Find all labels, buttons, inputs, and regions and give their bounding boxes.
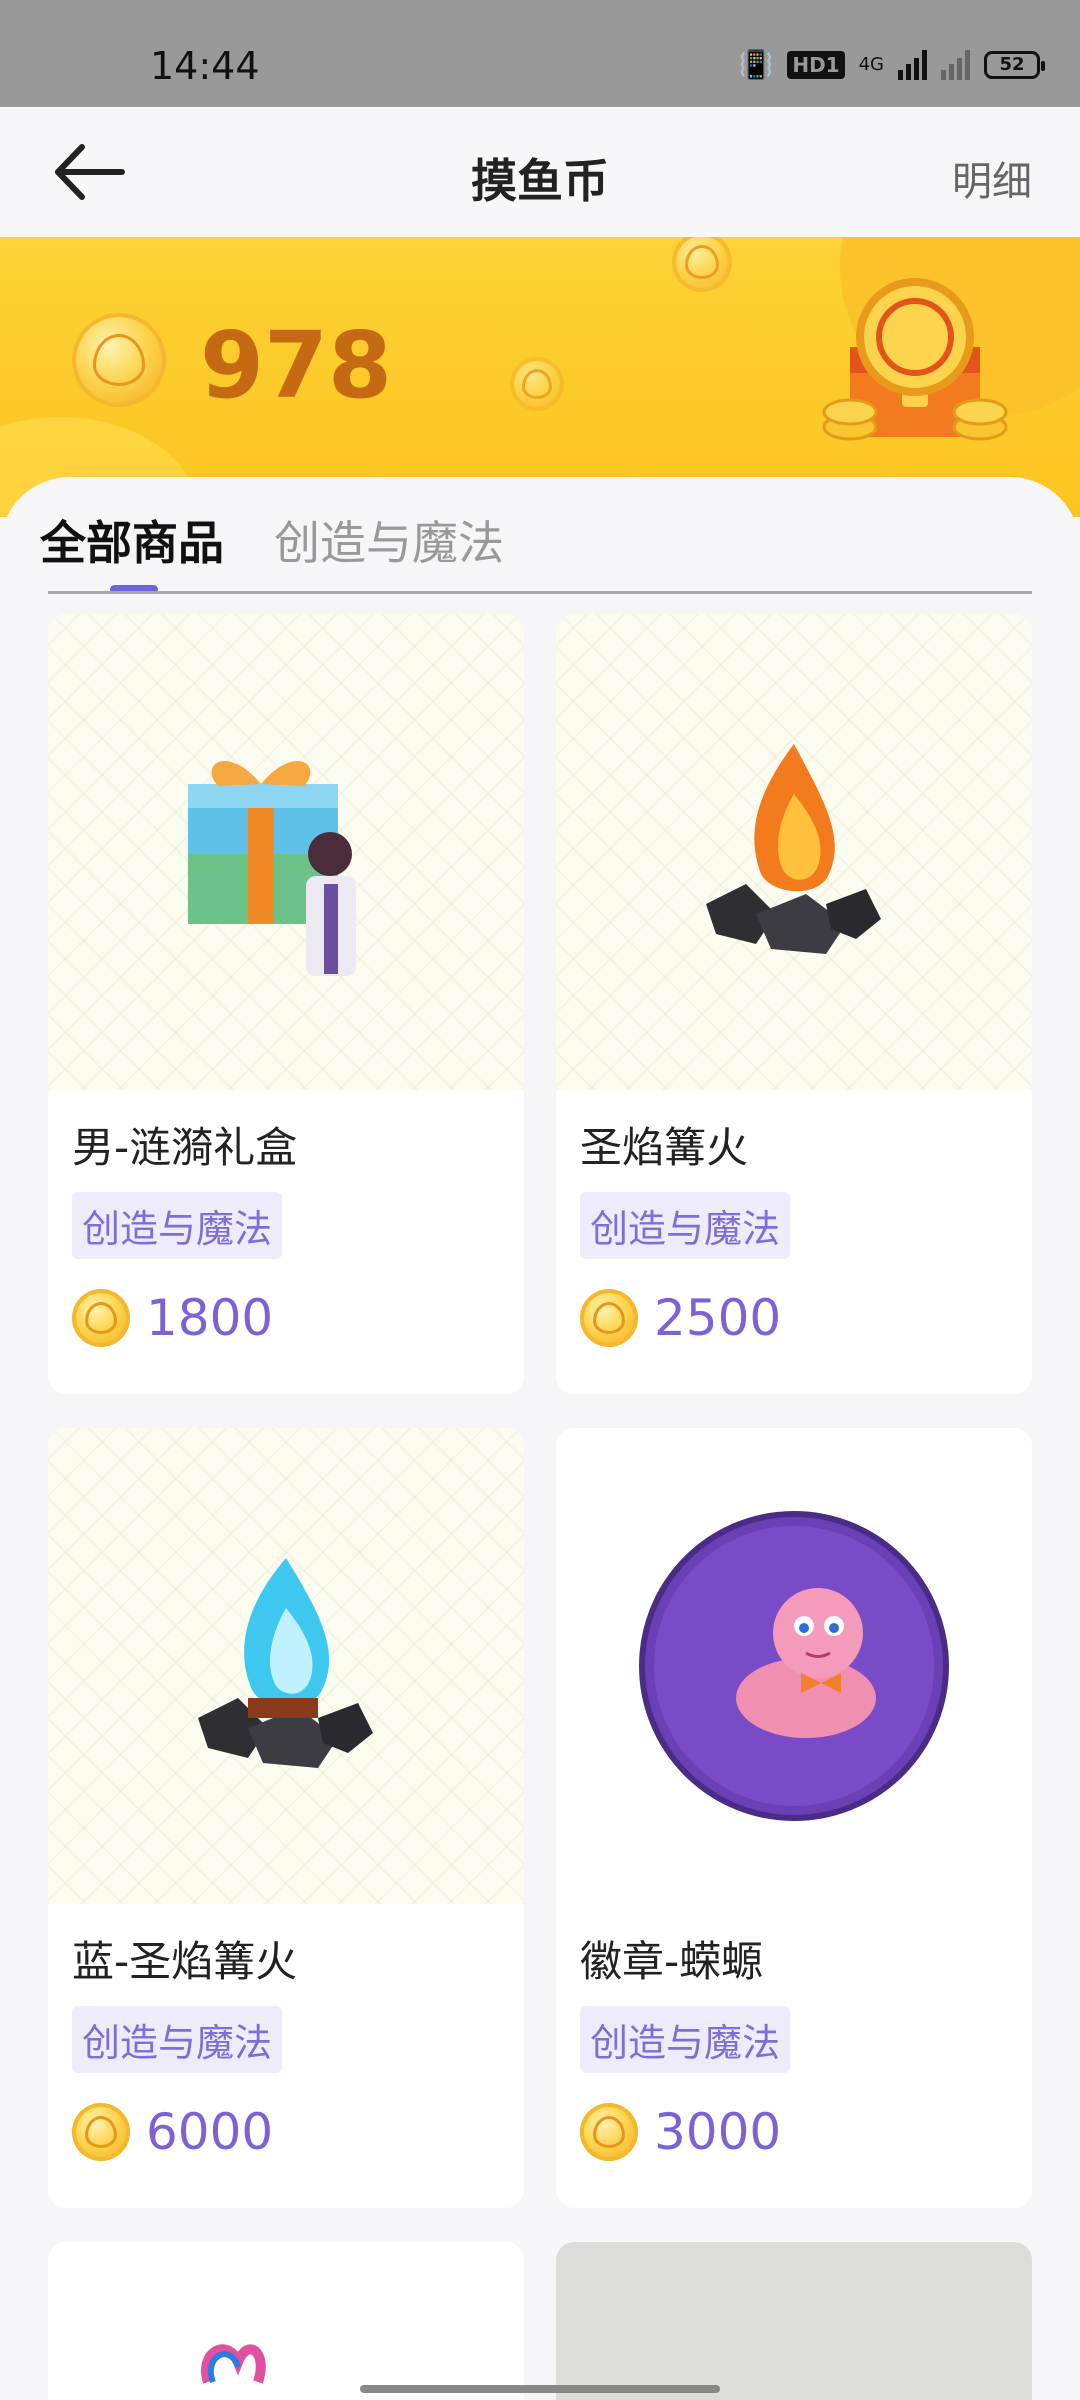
home-indicator[interactable] [360, 2385, 720, 2393]
axolotl-badge-icon [639, 1511, 949, 1821]
floating-coin-icon [510, 357, 564, 411]
product-price: 2500 [580, 1289, 781, 1347]
signal-secondary-icon [941, 49, 970, 80]
product-price: 1800 [72, 1289, 273, 1347]
product-card[interactable]: 蓝-圣焰篝火 创造与魔法 6000 [48, 1428, 524, 2208]
status-time: 14:44 [150, 44, 260, 88]
product-price: 3000 [580, 2103, 781, 2161]
product-image [556, 1428, 1032, 1904]
price-value: 1800 [146, 1289, 274, 1347]
status-icons: 📳 HD1 4G 52 [738, 48, 1045, 81]
blue-campfire-icon [198, 1558, 373, 1768]
product-name: 徽章-蝾螈 [580, 1937, 764, 1986]
price-value: 3000 [654, 2103, 782, 2161]
coin-balance: 978 [200, 312, 393, 419]
price-value: 6000 [146, 2103, 274, 2161]
product-image [48, 1428, 524, 1904]
fish-coin-icon [72, 1289, 130, 1347]
tab-divider [48, 591, 1032, 594]
price-value: 2500 [654, 1289, 782, 1347]
network-type-label: 4G [858, 54, 884, 75]
fish-coin-icon [72, 313, 166, 407]
floating-coin-icon [672, 237, 732, 292]
product-card[interactable] [48, 2242, 524, 2400]
hd-icon: HD1 [787, 50, 845, 79]
shop-panel: 全部商品 创造与魔法 男-涟漪礼盒 创造与魔法 1800 圣焰篝火 创造与魔法 … [0, 477, 1080, 2400]
product-name: 圣焰篝火 [580, 1123, 749, 1172]
fish-coin-icon [580, 2103, 638, 2161]
product-name: 蓝-圣焰篝火 [72, 1937, 298, 1986]
signal-icon [898, 49, 927, 80]
treasure-chest-icon [822, 278, 1008, 441]
product-category-tag: 创造与魔法 [72, 2006, 283, 2073]
mute-vibrate-icon: 📳 [738, 48, 774, 81]
category-tabs: 全部商品 创造与魔法 [40, 507, 504, 581]
product-price: 6000 [72, 2103, 273, 2161]
balance-banner: 978 [0, 237, 1080, 517]
product-thumbnail-icon [201, 2344, 266, 2384]
battery-level: 52 [999, 54, 1025, 75]
product-grid: 男-涟漪礼盒 创造与魔法 1800 圣焰篝火 创造与魔法 2500 蓝-圣焰篝火… [48, 614, 1032, 2400]
campfire-icon [706, 744, 881, 954]
product-image [556, 614, 1032, 1090]
product-card[interactable]: 徽章-蝾螈 创造与魔法 3000 [556, 1428, 1032, 2208]
product-category-tag: 创造与魔法 [580, 1192, 791, 1259]
fish-coin-icon [72, 2103, 130, 2161]
product-card[interactable] [556, 2242, 1032, 2400]
product-image [48, 2242, 524, 2400]
product-category-tag: 创造与魔法 [580, 2006, 791, 2073]
product-image [48, 614, 524, 1090]
battery-icon: 52 [984, 50, 1045, 79]
detail-link[interactable]: 明细 [952, 149, 1032, 207]
tab-all-products[interactable]: 全部商品 [40, 507, 224, 581]
page-title: 摸鱼币 [471, 154, 609, 208]
gift-box-icon [188, 761, 356, 976]
product-category-tag: 创造与魔法 [72, 1192, 283, 1259]
product-card[interactable]: 男-涟漪礼盒 创造与魔法 1800 [48, 614, 524, 1394]
fish-coin-icon [580, 1289, 638, 1347]
app-header: 摸鱼币 明细 [0, 107, 1080, 237]
status-bar: 14:44 📳 HD1 4G 52 [0, 0, 1080, 107]
product-card[interactable]: 圣焰篝火 创造与魔法 2500 [556, 614, 1032, 1394]
product-name: 男-涟漪礼盒 [72, 1123, 298, 1172]
tab-creation-magic[interactable]: 创造与魔法 [274, 507, 504, 581]
